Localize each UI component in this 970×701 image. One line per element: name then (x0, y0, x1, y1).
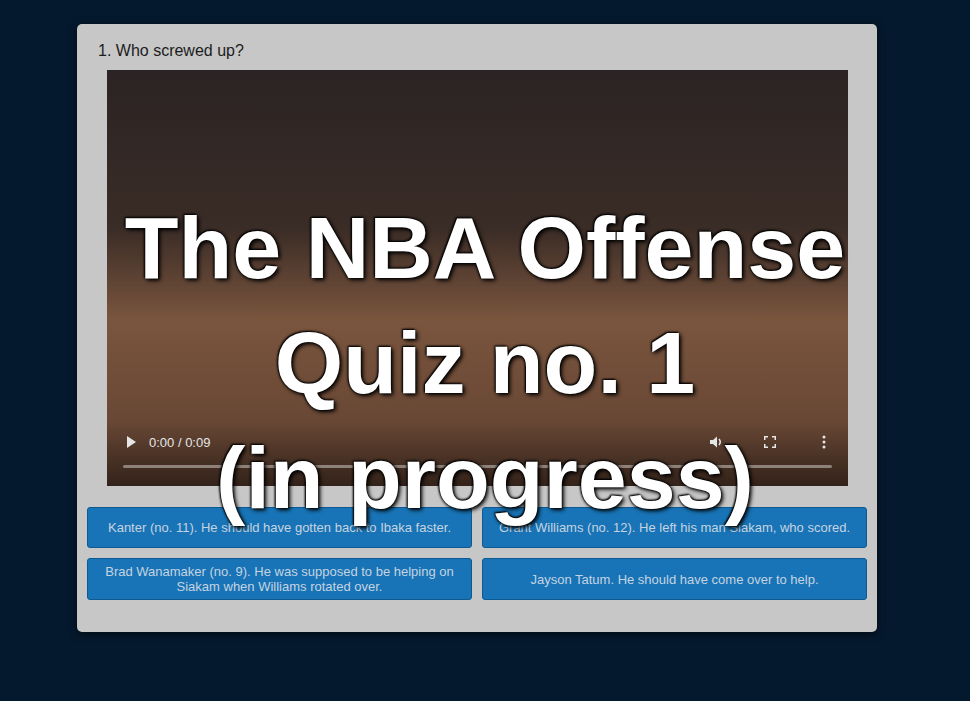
fullscreen-icon[interactable] (762, 434, 778, 450)
title-overlay: The NBA OffenseQuiz no. 1(in progress) (0, 190, 970, 535)
overlay-line: (in progress) (216, 420, 754, 535)
page: 1. Who screwed up? 0:00 / 0:09 Kanter (no.… (0, 0, 970, 701)
overlay-line: The NBA Offense (125, 190, 845, 305)
video-controls: 0:00 / 0:09 (107, 422, 848, 486)
answer-grid: Kanter (no. 11). He should have gotten b… (87, 507, 867, 600)
video-player[interactable]: 0:00 / 0:09 (107, 70, 848, 486)
volume-icon[interactable] (708, 434, 724, 450)
video-time: 0:00 / 0:09 (149, 435, 698, 450)
answer-button[interactable]: Grant Williams (no. 12). He left his man… (482, 507, 867, 548)
play-icon[interactable] (123, 434, 139, 450)
progress-track[interactable] (123, 465, 832, 468)
answer-button[interactable]: Kanter (no. 11). He should have gotten b… (87, 507, 472, 548)
more-icon[interactable] (816, 434, 832, 450)
quiz-card: 1. Who screwed up? 0:00 / 0:09 Kanter (no.… (77, 24, 877, 632)
question-title: 1. Who screwed up? (87, 42, 867, 60)
answer-button[interactable]: Brad Wanamaker (no. 9). He was supposed … (87, 558, 472, 600)
answer-button[interactable]: Jayson Tatum. He should have come over t… (482, 558, 867, 600)
overlay-line: Quiz no. 1 (275, 305, 695, 420)
control-row: 0:00 / 0:09 (123, 429, 832, 455)
